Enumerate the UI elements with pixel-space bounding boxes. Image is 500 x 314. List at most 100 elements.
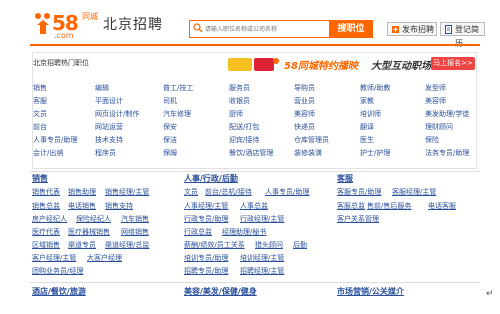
category-link[interactable]: 医疗代表: [32, 227, 60, 237]
hot-job-link[interactable]: 前台: [33, 122, 47, 132]
hot-job-link[interactable]: 会计/出纳: [33, 148, 63, 158]
logo-domain: .com: [54, 31, 74, 40]
hot-job-link[interactable]: 理财顾问: [425, 122, 453, 132]
hot-job-link[interactable]: 司机: [163, 96, 177, 106]
return-mark: ↵: [486, 289, 494, 299]
category-link[interactable]: 售前/售后服务: [367, 201, 411, 211]
category-link[interactable]: 行政总监: [184, 227, 212, 237]
header-divider: [30, 44, 480, 46]
category-link[interactable]: 文员: [184, 187, 198, 197]
category-link[interactable]: 网络销售: [121, 227, 149, 237]
hot-job-link[interactable]: 教师/助教: [360, 83, 390, 93]
category-link[interactable]: 人事总监: [240, 201, 268, 211]
hot-job-link[interactable]: 保安: [163, 122, 177, 132]
hot-job-link[interactable]: 网页设计/制作: [95, 109, 139, 119]
hot-job-link[interactable]: 护士/护理: [360, 148, 390, 158]
category-link[interactable]: 客户关系管理: [337, 214, 379, 224]
hot-job-link[interactable]: 人事专员/助理: [33, 135, 77, 145]
post-job-button[interactable]: 发布招聘: [387, 22, 437, 36]
category-title-hr-admin[interactable]: 人事/行政/后勤: [184, 174, 238, 184]
category-link[interactable]: 保险经纪人: [76, 214, 111, 224]
hot-job-link[interactable]: 美容师: [294, 109, 315, 119]
category-link[interactable]: 渠道经理/总监: [105, 240, 149, 250]
hot-job-link[interactable]: 培训师: [360, 109, 381, 119]
category-link[interactable]: 招聘专员/助理: [184, 266, 228, 276]
post-job-label: 发布招聘: [402, 25, 434, 34]
category-link[interactable]: 招聘经理/主管: [240, 266, 284, 276]
search-button[interactable]: 搜职位: [329, 20, 373, 38]
category-link[interactable]: 销售助理: [68, 187, 96, 197]
hot-job-link[interactable]: 服务员: [229, 83, 250, 93]
category-title-hotel-catering[interactable]: 酒店/餐饮/旅游: [32, 287, 86, 297]
hot-job-link[interactable]: 保险: [425, 135, 439, 145]
category-link[interactable]: 经理助理/秘书: [222, 227, 266, 237]
hot-job-link[interactable]: 保洁: [163, 135, 177, 145]
hot-job-link[interactable]: 客服: [33, 96, 47, 106]
category-link[interactable]: 渠道专员: [68, 240, 96, 250]
hot-job-link[interactable]: 程序员: [95, 148, 116, 158]
hot-job-link[interactable]: 平面设计: [95, 96, 123, 106]
category-link[interactable]: 客服专员/助理: [337, 187, 381, 197]
category-link[interactable]: 客户经理/主管: [32, 253, 76, 263]
search-input[interactable]: [203, 21, 331, 37]
hot-job-link[interactable]: 美容师: [425, 96, 446, 106]
hot-job-link[interactable]: 装修装潢: [294, 148, 322, 158]
category-link[interactable]: 电话销售: [68, 201, 96, 211]
category-link[interactable]: 行政经理/主管: [240, 214, 284, 224]
hot-job-link[interactable]: 家教: [360, 96, 374, 106]
hot-job-link[interactable]: 医生: [360, 135, 374, 145]
hot-job-link[interactable]: 文员: [33, 109, 47, 119]
hot-job-link[interactable]: 美发助理/学徒: [425, 109, 469, 119]
category-link[interactable]: 房产经纪人: [32, 214, 67, 224]
category-link[interactable]: 后勤: [293, 240, 307, 250]
signup-button[interactable]: 马上报名>>: [431, 57, 475, 70]
hot-job-link[interactable]: 翻译: [360, 122, 374, 132]
hot-job-link[interactable]: 餐饮/酒店管理: [229, 148, 273, 158]
show-banner-image[interactable]: [222, 55, 282, 75]
category-link[interactable]: 区域销售: [32, 240, 60, 250]
category-title-beauty-fitness[interactable]: 美容/美发/保健/健身: [184, 287, 257, 297]
category-title-sales[interactable]: 销售: [32, 174, 48, 184]
category-link[interactable]: 销售支持: [105, 201, 133, 211]
hot-job-link[interactable]: 厨师: [229, 109, 243, 119]
hot-job-link[interactable]: 编辑: [95, 83, 109, 93]
hot-job-link[interactable]: 技术支持: [95, 135, 123, 145]
hot-job-link[interactable]: 普工/技工: [163, 83, 193, 93]
hot-job-link[interactable]: 收银员: [229, 96, 250, 106]
category-link[interactable]: 薪酬/绩效/员工关系: [184, 240, 245, 250]
resume-icon: [445, 25, 452, 34]
hot-job-link[interactable]: 导购员: [294, 83, 315, 93]
hot-job-link[interactable]: 法务专员/助理: [425, 148, 469, 158]
hot-job-link[interactable]: 仓库管理员: [294, 135, 329, 145]
category-link[interactable]: 大客户经理: [87, 253, 122, 263]
post-icon: [392, 26, 399, 33]
hot-job-link[interactable]: 保姆: [163, 148, 177, 158]
category-link[interactable]: 客服经理/主管: [392, 187, 436, 197]
category-link[interactable]: 销售代表: [32, 187, 60, 197]
hot-job-link[interactable]: 汽车修理: [163, 109, 191, 119]
category-title-customer-service[interactable]: 客服: [337, 174, 353, 184]
hot-job-link[interactable]: 快递员: [294, 122, 315, 132]
hot-job-link[interactable]: 营业员: [294, 96, 315, 106]
category-link[interactable]: 医疗器械销售: [68, 227, 110, 237]
hot-job-link[interactable]: 配送/打包: [229, 122, 259, 132]
hot-job-link[interactable]: 发型师: [425, 83, 446, 93]
category-link[interactable]: 培训专员/助理: [184, 253, 228, 263]
category-link[interactable]: 培训经理/主管: [240, 253, 284, 263]
category-title-marketing-pr[interactable]: 市场营销/公关媒介: [337, 287, 404, 297]
hot-job-link[interactable]: 销售: [33, 83, 47, 93]
category-link[interactable]: 猎头顾问: [255, 240, 283, 250]
category-link[interactable]: 行政专员/助理: [184, 214, 228, 224]
category-link[interactable]: 人事专员/助理: [265, 187, 309, 197]
register-resume-button[interactable]: 登记简历: [440, 22, 485, 48]
category-link[interactable]: 汽车销售: [121, 214, 149, 224]
category-link[interactable]: 销售总监: [32, 201, 60, 211]
category-link[interactable]: 团购业务员/经理: [32, 266, 83, 276]
category-link[interactable]: 客服总监: [337, 201, 365, 211]
category-link[interactable]: 电话客服: [428, 201, 456, 211]
category-link[interactable]: 销售经理/主管: [105, 187, 149, 197]
hot-job-link[interactable]: 网站运营: [95, 122, 123, 132]
hot-job-link[interactable]: 迎宾/接待: [229, 135, 259, 145]
category-link[interactable]: 人事经理/主管: [184, 201, 228, 211]
category-link[interactable]: 前台/总机/接待: [205, 187, 252, 197]
